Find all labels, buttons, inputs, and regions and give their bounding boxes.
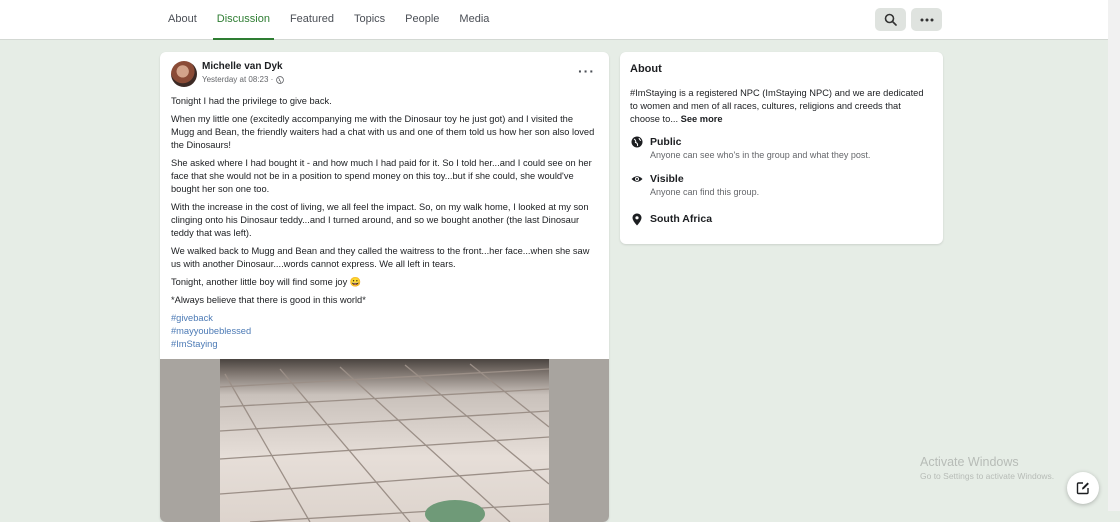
- about-card: About #ImStaying is a registered NPC (Im…: [620, 52, 943, 244]
- tab-featured[interactable]: Featured: [280, 0, 344, 39]
- location-row: South Africa: [630, 213, 712, 227]
- tab-media[interactable]: Media: [449, 0, 499, 39]
- hashtag-link[interactable]: #mayyoubeblessed: [171, 325, 596, 338]
- group-nav-bar: About Discussion Featured Topics People …: [0, 0, 1108, 40]
- page-scrollbar[interactable]: [1108, 0, 1120, 511]
- search-icon: [884, 13, 897, 26]
- post-more-options-icon[interactable]: ···: [578, 64, 595, 78]
- eye-icon: [630, 173, 644, 187]
- location-pin-icon: [630, 213, 644, 227]
- more-options-button[interactable]: [911, 8, 942, 31]
- location-label: South Africa: [650, 213, 713, 225]
- about-title: About: [630, 63, 662, 75]
- post-paragraph: When my little one (excitedly accompanyi…: [171, 114, 595, 150]
- post-paragraph: With the increase in the cost of living,…: [171, 202, 589, 238]
- privacy-public-row: Public Anyone can see who's in the group…: [630, 136, 870, 162]
- post-paragraph: We walked back to Mugg and Bean and they…: [171, 246, 590, 269]
- post-card: Michelle van Dyk Yesterday at 08:23 · ··…: [160, 52, 609, 522]
- post-author[interactable]: Michelle van Dyk: [202, 61, 283, 72]
- globe-icon: [276, 75, 285, 84]
- avatar[interactable]: [171, 61, 197, 87]
- post-paragraph: Tonight, another little boy will find so…: [171, 277, 362, 287]
- about-description: #ImStaying is a registered NPC (ImStayin…: [630, 87, 930, 126]
- post-paragraph: Tonight I had the privilege to give back…: [171, 96, 332, 106]
- post-paragraph: She asked where I had bought it - and ho…: [171, 158, 592, 194]
- about-description-text: #ImStaying is a registered NPC (ImStayin…: [630, 88, 924, 124]
- tab-discussion[interactable]: Discussion: [207, 0, 280, 40]
- windows-activation-watermark: Activate Windows Go to Settings to activ…: [920, 455, 1054, 481]
- globe-icon: [630, 136, 644, 150]
- visibility-row: Visible Anyone can find this group.: [630, 173, 759, 199]
- tab-topics[interactable]: Topics: [344, 0, 395, 39]
- photo-tiled-floor: [220, 359, 549, 522]
- compose-icon: [1076, 482, 1089, 495]
- post-timestamp[interactable]: Yesterday at 08:23 ·: [202, 75, 273, 84]
- tab-about[interactable]: About: [158, 0, 207, 39]
- post-photo[interactable]: [160, 359, 609, 522]
- floor-tiles-graphic: [220, 363, 549, 522]
- visibility-description: Anyone can find this group.: [650, 187, 760, 197]
- visibility-title: Visible: [650, 173, 684, 185]
- tab-people[interactable]: People: [395, 0, 449, 39]
- group-tabs: About Discussion Featured Topics People …: [158, 0, 499, 40]
- privacy-public-description: Anyone can see who's in the group and wh…: [650, 150, 871, 160]
- post-body: Tonight I had the privilege to give back…: [171, 95, 596, 351]
- more-horizontal-icon: [920, 18, 933, 21]
- hashtag-link[interactable]: #ImStaying: [171, 338, 596, 351]
- new-message-button[interactable]: [1067, 472, 1099, 504]
- search-button[interactable]: [875, 8, 906, 31]
- see-more-link[interactable]: See more: [681, 114, 723, 124]
- watermark-subtitle: Go to Settings to activate Windows.: [920, 471, 1055, 481]
- watermark-title: Activate Windows: [920, 455, 1019, 469]
- hashtag-link[interactable]: #giveback: [171, 312, 596, 325]
- post-meta: Yesterday at 08:23 ·: [202, 75, 285, 84]
- dinosaur-toy: [425, 500, 485, 522]
- post-paragraph: *Always believe that there is good in th…: [171, 295, 366, 305]
- privacy-public-title: Public: [650, 136, 682, 148]
